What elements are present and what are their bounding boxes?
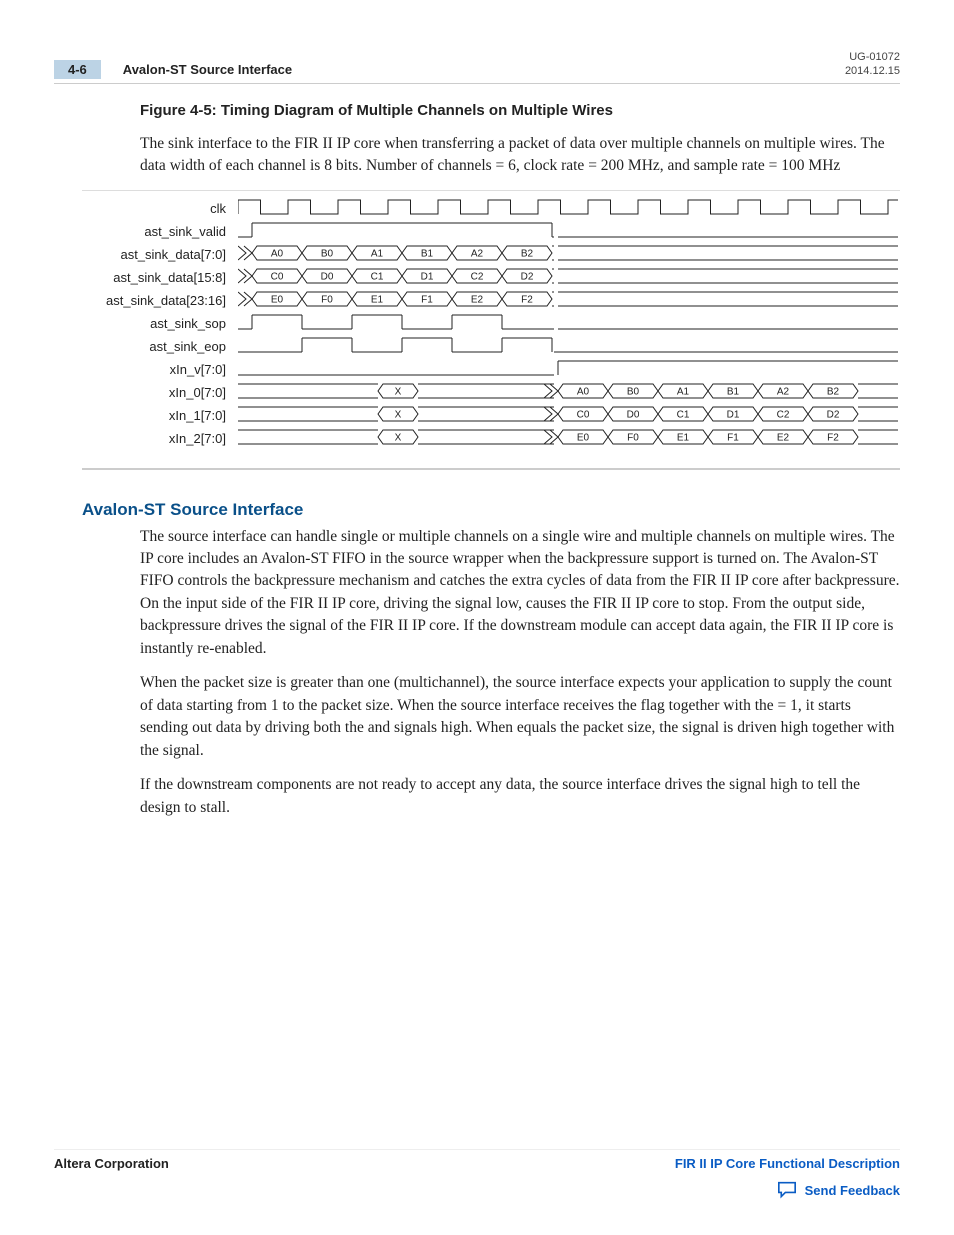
svg-text:E0: E0 xyxy=(577,433,590,444)
timing-row: xIn_v[7:0] xyxy=(82,358,900,381)
timing-row: ast_sink_sop xyxy=(82,312,900,335)
paragraph-1: The source interface can handle single o… xyxy=(140,526,900,661)
signal-label: xIn_v[7:0] xyxy=(82,362,238,377)
svg-text:C0: C0 xyxy=(271,272,284,283)
svg-text:F2: F2 xyxy=(827,433,839,444)
svg-text:B2: B2 xyxy=(827,387,840,398)
svg-text:D0: D0 xyxy=(321,272,334,283)
paragraph-3: If the downstream components are not rea… xyxy=(140,774,900,819)
svg-text:E2: E2 xyxy=(777,433,790,444)
signal-wave xyxy=(238,312,900,334)
signal-label: ast_sink_data[15:8] xyxy=(82,270,238,285)
timing-row: ast_sink_data[15:8] C0 D0 C1 D1 C2 D2 xyxy=(82,266,900,289)
signal-label: xIn_2[7:0] xyxy=(82,431,238,446)
timing-row: xIn_2[7:0] X E0 F0 E1 F1 E2 F2 xyxy=(82,427,900,450)
svg-text:X: X xyxy=(395,387,402,398)
svg-text:D1: D1 xyxy=(727,410,740,421)
svg-text:B0: B0 xyxy=(321,249,334,260)
header-left: 4-6 Avalon-ST Source Interface xyxy=(54,60,292,79)
doc-date: 2014.12.15 xyxy=(845,64,900,78)
svg-text:F1: F1 xyxy=(421,295,433,306)
signal-wave: X E0 F0 E1 F1 E2 F2 xyxy=(238,427,900,449)
figure-caption: The sink interface to the FIR II IP core… xyxy=(140,133,900,178)
signal-wave xyxy=(238,197,900,219)
section-heading: Avalon-ST Source Interface xyxy=(82,500,900,520)
timing-row: xIn_0[7:0] X A0 B0 A1 B1 A2 B2 xyxy=(82,381,900,404)
timing-row: clk xyxy=(82,197,900,220)
svg-text:X: X xyxy=(395,410,402,421)
svg-text:X: X xyxy=(395,433,402,444)
timing-diagram: clkast_sink_validast_sink_data[7:0]A0B0A… xyxy=(82,197,900,450)
timing-row: ast_sink_data[7:0] A0 B0 A1 B1 A2 B2 xyxy=(82,243,900,266)
timing-row: ast_sink_valid xyxy=(82,220,900,243)
svg-text:A2: A2 xyxy=(471,249,484,260)
feedback-label: Send Feedback xyxy=(805,1183,900,1198)
header-section-ref: Avalon-ST Source Interface xyxy=(123,62,292,77)
signal-label: ast_sink_eop xyxy=(82,339,238,354)
svg-text:B2: B2 xyxy=(521,249,534,260)
page-footer: Altera Corporation FIR II IP Core Functi… xyxy=(54,1149,900,1199)
svg-text:A1: A1 xyxy=(677,387,690,398)
svg-text:F0: F0 xyxy=(321,295,333,306)
svg-text:F0: F0 xyxy=(627,433,639,444)
timing-row: xIn_1[7:0] X C0 D0 C1 D1 C2 D2 xyxy=(82,404,900,427)
timing-row: ast_sink_eop xyxy=(82,335,900,358)
svg-text:A0: A0 xyxy=(577,387,590,398)
svg-text:D1: D1 xyxy=(421,272,434,283)
svg-text:C2: C2 xyxy=(777,410,790,421)
page-header: 4-6 Avalon-ST Source Interface UG-01072 … xyxy=(54,50,900,84)
svg-text:C1: C1 xyxy=(371,272,384,283)
figure-title: Figure 4-5: Timing Diagram of Multiple C… xyxy=(140,102,900,119)
paragraph-2: When the packet size is greater than one… xyxy=(140,672,900,762)
svg-text:E2: E2 xyxy=(471,295,484,306)
svg-text:C1: C1 xyxy=(677,410,690,421)
signal-wave: X C0 D0 C1 D1 C2 D2 xyxy=(238,404,900,426)
divider xyxy=(82,468,900,470)
svg-text:A0: A0 xyxy=(271,249,284,260)
signal-label: ast_sink_data[7:0] xyxy=(82,247,238,262)
svg-text:E1: E1 xyxy=(371,295,384,306)
signal-wave xyxy=(238,358,900,380)
svg-text:E1: E1 xyxy=(677,433,690,444)
svg-text:C0: C0 xyxy=(577,410,590,421)
signal-wave: C0 D0 C1 D1 C2 D2 xyxy=(238,266,900,288)
svg-text:F2: F2 xyxy=(521,295,533,306)
svg-text:D2: D2 xyxy=(521,272,534,283)
svg-text:B0: B0 xyxy=(627,387,640,398)
svg-text:D2: D2 xyxy=(827,410,840,421)
svg-text:A2: A2 xyxy=(777,387,790,398)
signal-label: ast_sink_data[23:16] xyxy=(82,293,238,308)
feedback-link[interactable]: Send Feedback xyxy=(54,1181,900,1199)
feedback-icon xyxy=(777,1181,797,1199)
timing-row: ast_sink_data[23:16] E0 F0 E1 F1 E2 F2 xyxy=(82,289,900,312)
signal-wave xyxy=(238,335,900,357)
svg-text:A1: A1 xyxy=(371,249,384,260)
signal-wave xyxy=(238,220,900,242)
svg-text:E0: E0 xyxy=(271,295,284,306)
svg-text:B1: B1 xyxy=(421,249,434,260)
svg-text:D0: D0 xyxy=(627,410,640,421)
divider xyxy=(82,190,900,191)
signal-label: ast_sink_valid xyxy=(82,224,238,239)
signal-label: xIn_1[7:0] xyxy=(82,408,238,423)
doc-code: UG-01072 xyxy=(845,50,900,64)
signal-label: ast_sink_sop xyxy=(82,316,238,331)
signal-wave: A0 B0 A1 B1 A2 B2 xyxy=(238,243,900,265)
svg-text:C2: C2 xyxy=(471,272,484,283)
footer-doc-title[interactable]: FIR II IP Core Functional Description xyxy=(675,1156,900,1171)
signal-wave: E0 F0 E1 F1 E2 F2 xyxy=(238,289,900,311)
signal-label: xIn_0[7:0] xyxy=(82,385,238,400)
page-number: 4-6 xyxy=(54,60,101,79)
signal-wave: X A0 B0 A1 B1 A2 B2 xyxy=(238,381,900,403)
signal-label: clk xyxy=(82,201,238,216)
svg-text:F1: F1 xyxy=(727,433,739,444)
header-right: UG-01072 2014.12.15 xyxy=(845,50,900,79)
footer-company: Altera Corporation xyxy=(54,1156,169,1171)
svg-text:B1: B1 xyxy=(727,387,740,398)
